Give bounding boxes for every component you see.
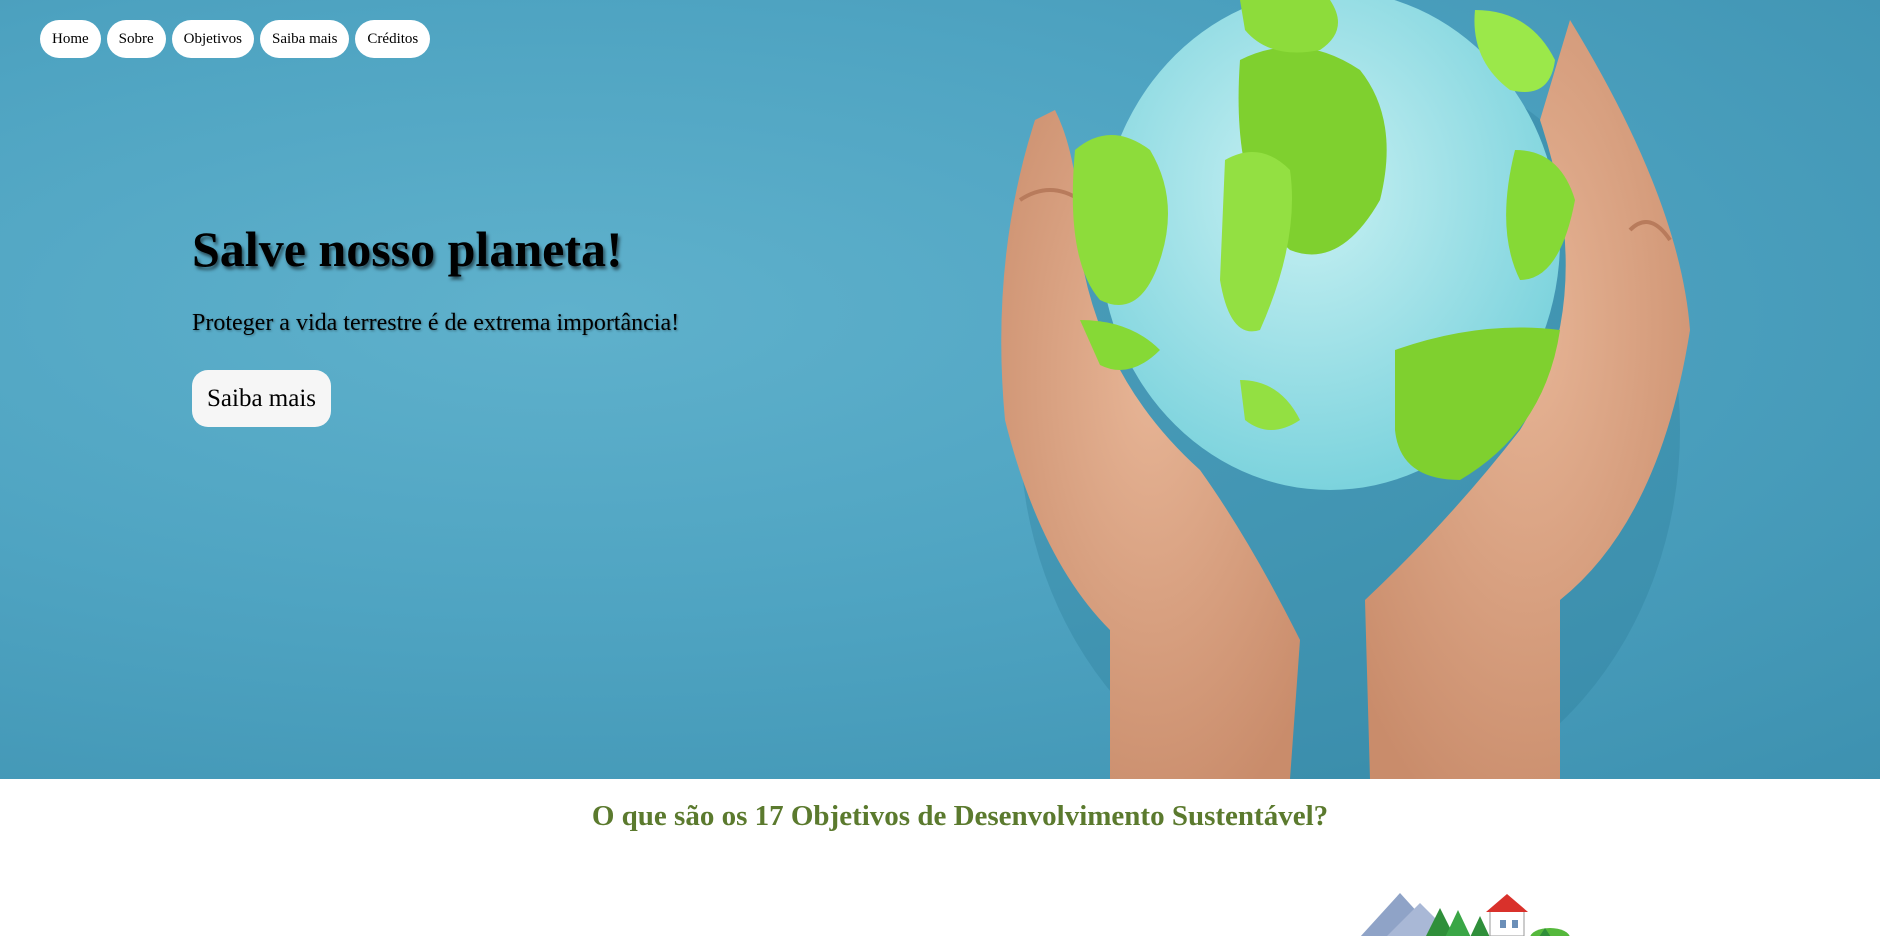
landscape-illustration bbox=[1360, 893, 1570, 936]
main-nav: Home Sobre Objetivos Saiba mais Créditos bbox=[40, 20, 431, 58]
hero-title: Salve nosso planeta! bbox=[192, 221, 623, 277]
section-title: O que são os 17 Objetivos de Desenvolvim… bbox=[591, 800, 1329, 832]
saiba-mais-button[interactable]: Saiba mais bbox=[192, 370, 332, 427]
nav-item-saiba-mais[interactable]: Saiba mais bbox=[260, 20, 350, 58]
nav-item-sobre[interactable]: Sobre bbox=[106, 20, 166, 58]
nav-item-creditos[interactable]: Créditos bbox=[355, 20, 431, 58]
hero-subtitle: Proteger a vida terrestre é de extrema i… bbox=[192, 310, 680, 336]
hero-banner: Home Sobre Objetivos Saiba mais Créditos… bbox=[0, 0, 1880, 779]
page: Home Sobre Objetivos Saiba mais Créditos… bbox=[0, 0, 1880, 936]
nav-item-home[interactable]: Home bbox=[40, 20, 101, 58]
nav-item-objetivos[interactable]: Objetivos bbox=[171, 20, 255, 58]
